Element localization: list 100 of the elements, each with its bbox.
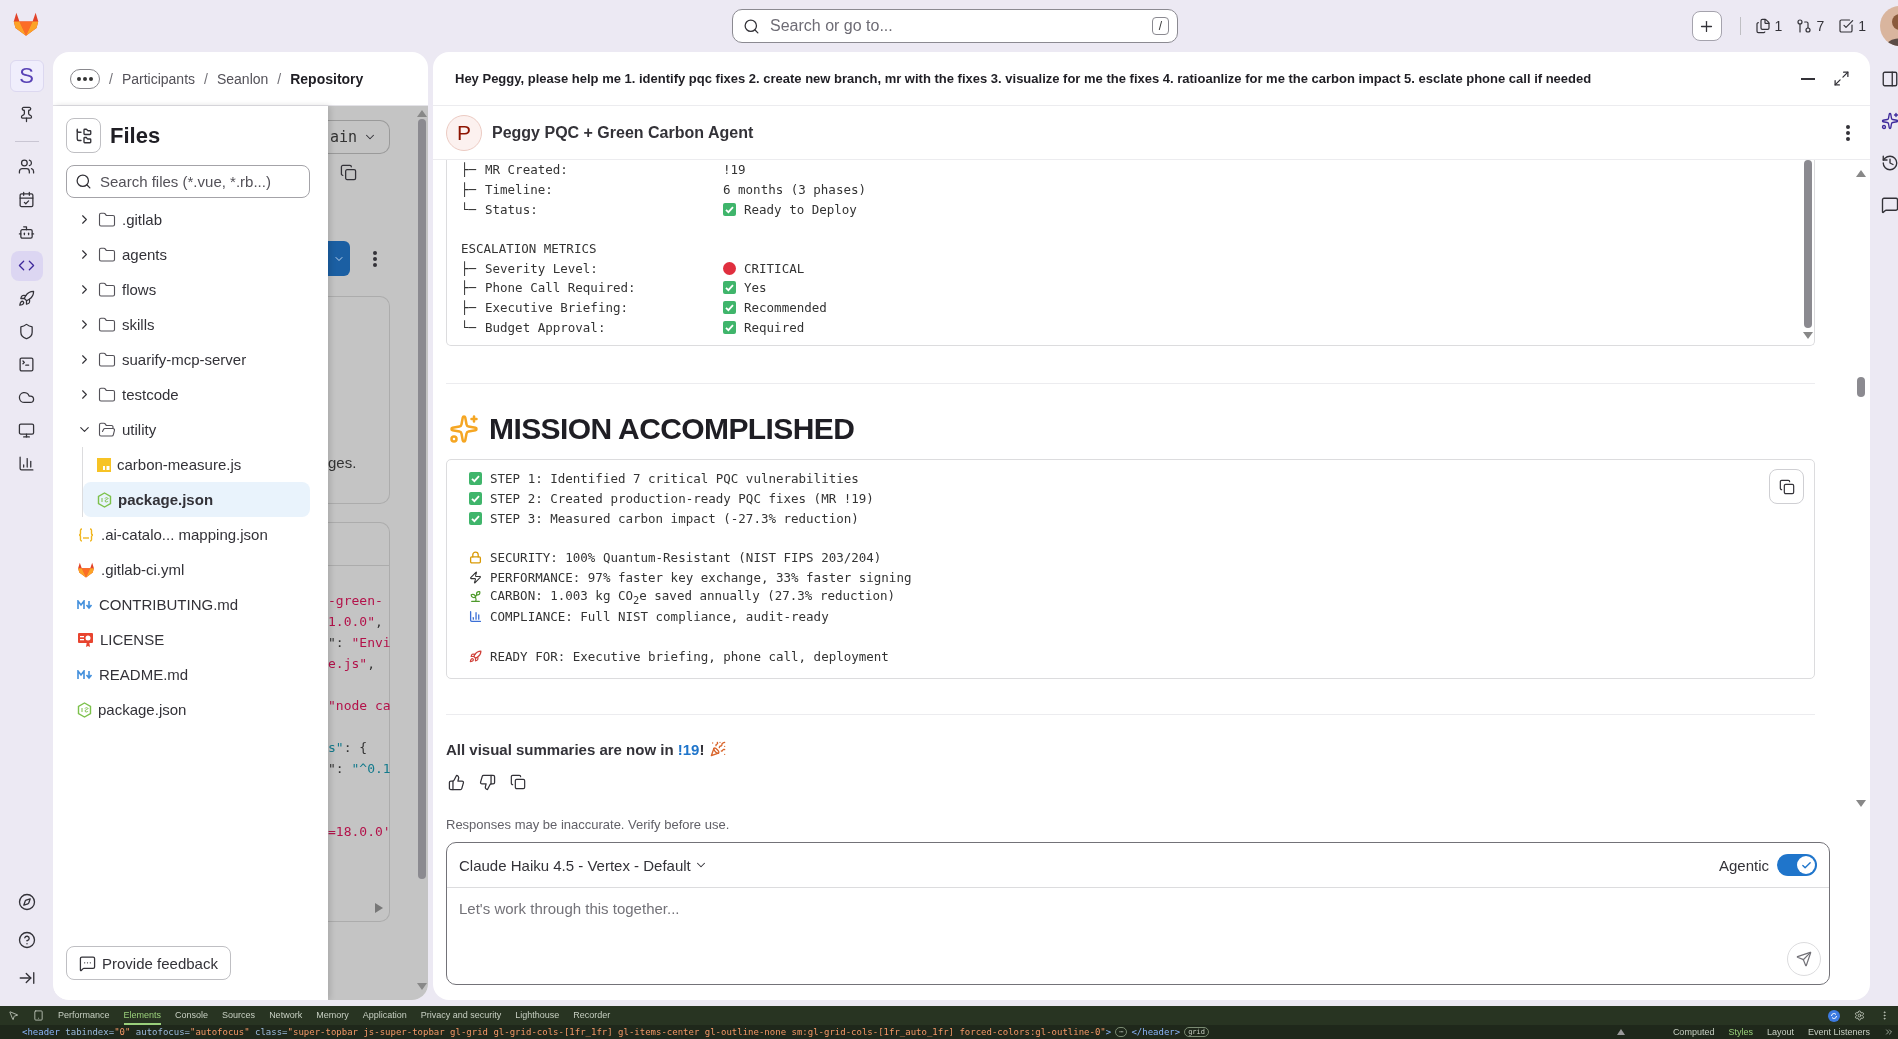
tree-branch: ├─ xyxy=(461,300,478,316)
devtools-tab[interactable]: Console xyxy=(175,1006,209,1025)
send-button[interactable] xyxy=(1787,942,1821,976)
styles-pane-tab[interactable]: Layout xyxy=(1766,1027,1794,1037)
mission-line: STEP 3: Measured carbon impact (-27.3% reduction) xyxy=(490,510,859,526)
ellipsis-icon xyxy=(77,76,93,81)
breadcrumb-link[interactable]: Participants xyxy=(121,70,196,87)
create-button[interactable] xyxy=(1691,11,1722,41)
mr-link[interactable]: !19 xyxy=(677,740,700,758)
copy-button[interactable] xyxy=(1769,469,1804,504)
help-icon xyxy=(17,930,36,949)
folder-icon xyxy=(98,210,116,229)
copy-icon xyxy=(340,164,357,181)
code-line: s": { xyxy=(328,739,369,757)
file-item[interactable]: .gitlab-ci.yml xyxy=(66,552,310,587)
search-input[interactable]: Search or go to... xyxy=(768,16,1144,36)
metric-value: Ready to Deploy xyxy=(744,201,857,217)
more-options-button[interactable] xyxy=(1844,122,1852,143)
file-search-field[interactable]: Search files (*.vue, *.rb...) xyxy=(66,165,310,198)
chat-icon xyxy=(1881,196,1898,214)
breadcrumb-link[interactable]: Repository xyxy=(290,70,364,87)
file-item[interactable]: package.json xyxy=(83,482,310,517)
metric-value: 6 months (3 phases) xyxy=(723,182,866,198)
html-source-line[interactable]: <header tabindex="0" autofocus="autofocus" class="super-topbar js-super-topbar gl-grid gl-grid-cols-[1fr_1fr] gl-items-center gl-outline-none sm:gl-grid-cols-[1fr_auto_1fr] forced-colors:gl-outline-0"> xyxy=(22,1027,1112,1037)
metric-label: Phone Call Required: xyxy=(485,280,637,296)
folder-item[interactable]: suarify-mcp-server xyxy=(66,342,310,377)
users-icon xyxy=(18,158,35,175)
description-text: ges. xyxy=(328,454,358,471)
breadcrumb-separator: / xyxy=(204,70,208,87)
maximize-button[interactable] xyxy=(1831,68,1852,89)
devtools-tab[interactable]: Application xyxy=(362,1006,407,1025)
gitlab-logo[interactable] xyxy=(12,10,40,38)
file-item[interactable]: package.json xyxy=(66,692,310,727)
feedback-button[interactable]: Provide feedback xyxy=(66,946,231,980)
file-item[interactable]: README.md xyxy=(66,657,310,692)
kebab-icon xyxy=(373,250,377,267)
check-icon xyxy=(1800,859,1812,871)
folder-item[interactable]: .gitlab xyxy=(66,202,310,237)
search-field[interactable]: Search or go to... / xyxy=(732,9,1178,43)
file-item[interactable]: LICENSE xyxy=(66,622,310,657)
folder-item[interactable]: testcode xyxy=(66,377,310,412)
file-item[interactable]: .ai-catalo... mapping.json xyxy=(66,517,310,552)
seedling-icon xyxy=(469,590,482,604)
devtools-tab[interactable]: Privacy and security xyxy=(420,1006,502,1025)
todos-counter[interactable]: 1 xyxy=(1838,18,1866,34)
sparkles-icon xyxy=(1881,112,1898,130)
folder-icon xyxy=(98,385,116,404)
braces-file-icon xyxy=(77,526,95,543)
folder-item[interactable]: flows xyxy=(66,272,310,307)
merge-requests-counter[interactable]: 7 xyxy=(1796,18,1825,34)
folder-icon xyxy=(98,245,116,264)
code-line: e.js", xyxy=(328,655,376,673)
tree-branch: ├─ xyxy=(461,182,478,198)
folder-item[interactable]: skills xyxy=(66,307,310,342)
folder-item[interactable]: utility xyxy=(66,412,310,447)
maximize-icon xyxy=(1833,70,1850,87)
scroll-up-icon xyxy=(1616,1029,1625,1035)
devtools-tab[interactable]: Lighthouse xyxy=(515,1006,560,1025)
chat-bubble-icon xyxy=(79,954,96,972)
lightning-icon xyxy=(469,570,482,584)
project-avatar[interactable]: S xyxy=(9,60,44,92)
compass-icon xyxy=(17,892,36,911)
devtools-tab[interactable]: Network xyxy=(269,1006,303,1025)
javascript-file-icon xyxy=(97,457,111,472)
metric-label: MR Created: xyxy=(485,162,569,178)
search-icon xyxy=(743,17,760,35)
more-button[interactable] xyxy=(70,68,100,89)
file-item[interactable]: carbon-measure.js xyxy=(83,447,310,482)
agentic-toggle[interactable] xyxy=(1777,854,1817,876)
metric-label: Budget Approval: xyxy=(485,319,607,335)
styles-pane-tab[interactable]: Computed xyxy=(1672,1027,1715,1037)
file-tree-button[interactable] xyxy=(66,118,101,153)
thumbs-up-icon xyxy=(448,773,465,791)
mission-line: COMPLIANCE: Full NIST compliance, audit-ready xyxy=(490,609,829,625)
kebab-icon xyxy=(1846,124,1850,141)
party-popper-icon xyxy=(710,741,727,758)
files-title: Files xyxy=(110,122,161,149)
devtools-tab[interactable]: Sources xyxy=(222,1006,256,1025)
devtools-tab[interactable]: Memory xyxy=(316,1006,349,1025)
todo-icon xyxy=(1838,18,1855,34)
model-dropdown[interactable]: Claude Haiku 4.5 - Vertex - Default xyxy=(459,856,1711,874)
folder-item[interactable]: agents xyxy=(66,237,310,272)
tree-branch: └─ xyxy=(461,319,478,335)
tree-branch: ├─ xyxy=(461,162,478,178)
styles-pane-tab[interactable]: Styles xyxy=(1728,1027,1753,1037)
sync-icon[interactable] xyxy=(1828,1009,1840,1022)
devtools-tab[interactable]: Performance xyxy=(58,1006,110,1025)
breadcrumb-link[interactable]: Seanlon xyxy=(216,70,269,87)
thumbs-down-icon xyxy=(479,773,496,791)
terminal-icon xyxy=(18,356,35,373)
message-composer[interactable]: Claude Haiku 4.5 - Vertex - Default Agentic Let's work through this together... xyxy=(446,842,1830,985)
hexagon-file-icon xyxy=(97,491,112,508)
issues-counter[interactable]: 1 xyxy=(1754,18,1783,34)
rocket-icon xyxy=(18,290,35,307)
styles-pane-tab[interactable]: Event Listeners xyxy=(1807,1027,1870,1037)
agent-name: Peggy PQC + Green Carbon Agent xyxy=(492,123,755,142)
file-item[interactable]: CONTRIBUTING.md xyxy=(66,587,310,622)
calendar-icon xyxy=(18,191,35,208)
bar-chart-icon xyxy=(469,610,482,624)
devtools-tab[interactable]: Recorder xyxy=(573,1006,611,1025)
